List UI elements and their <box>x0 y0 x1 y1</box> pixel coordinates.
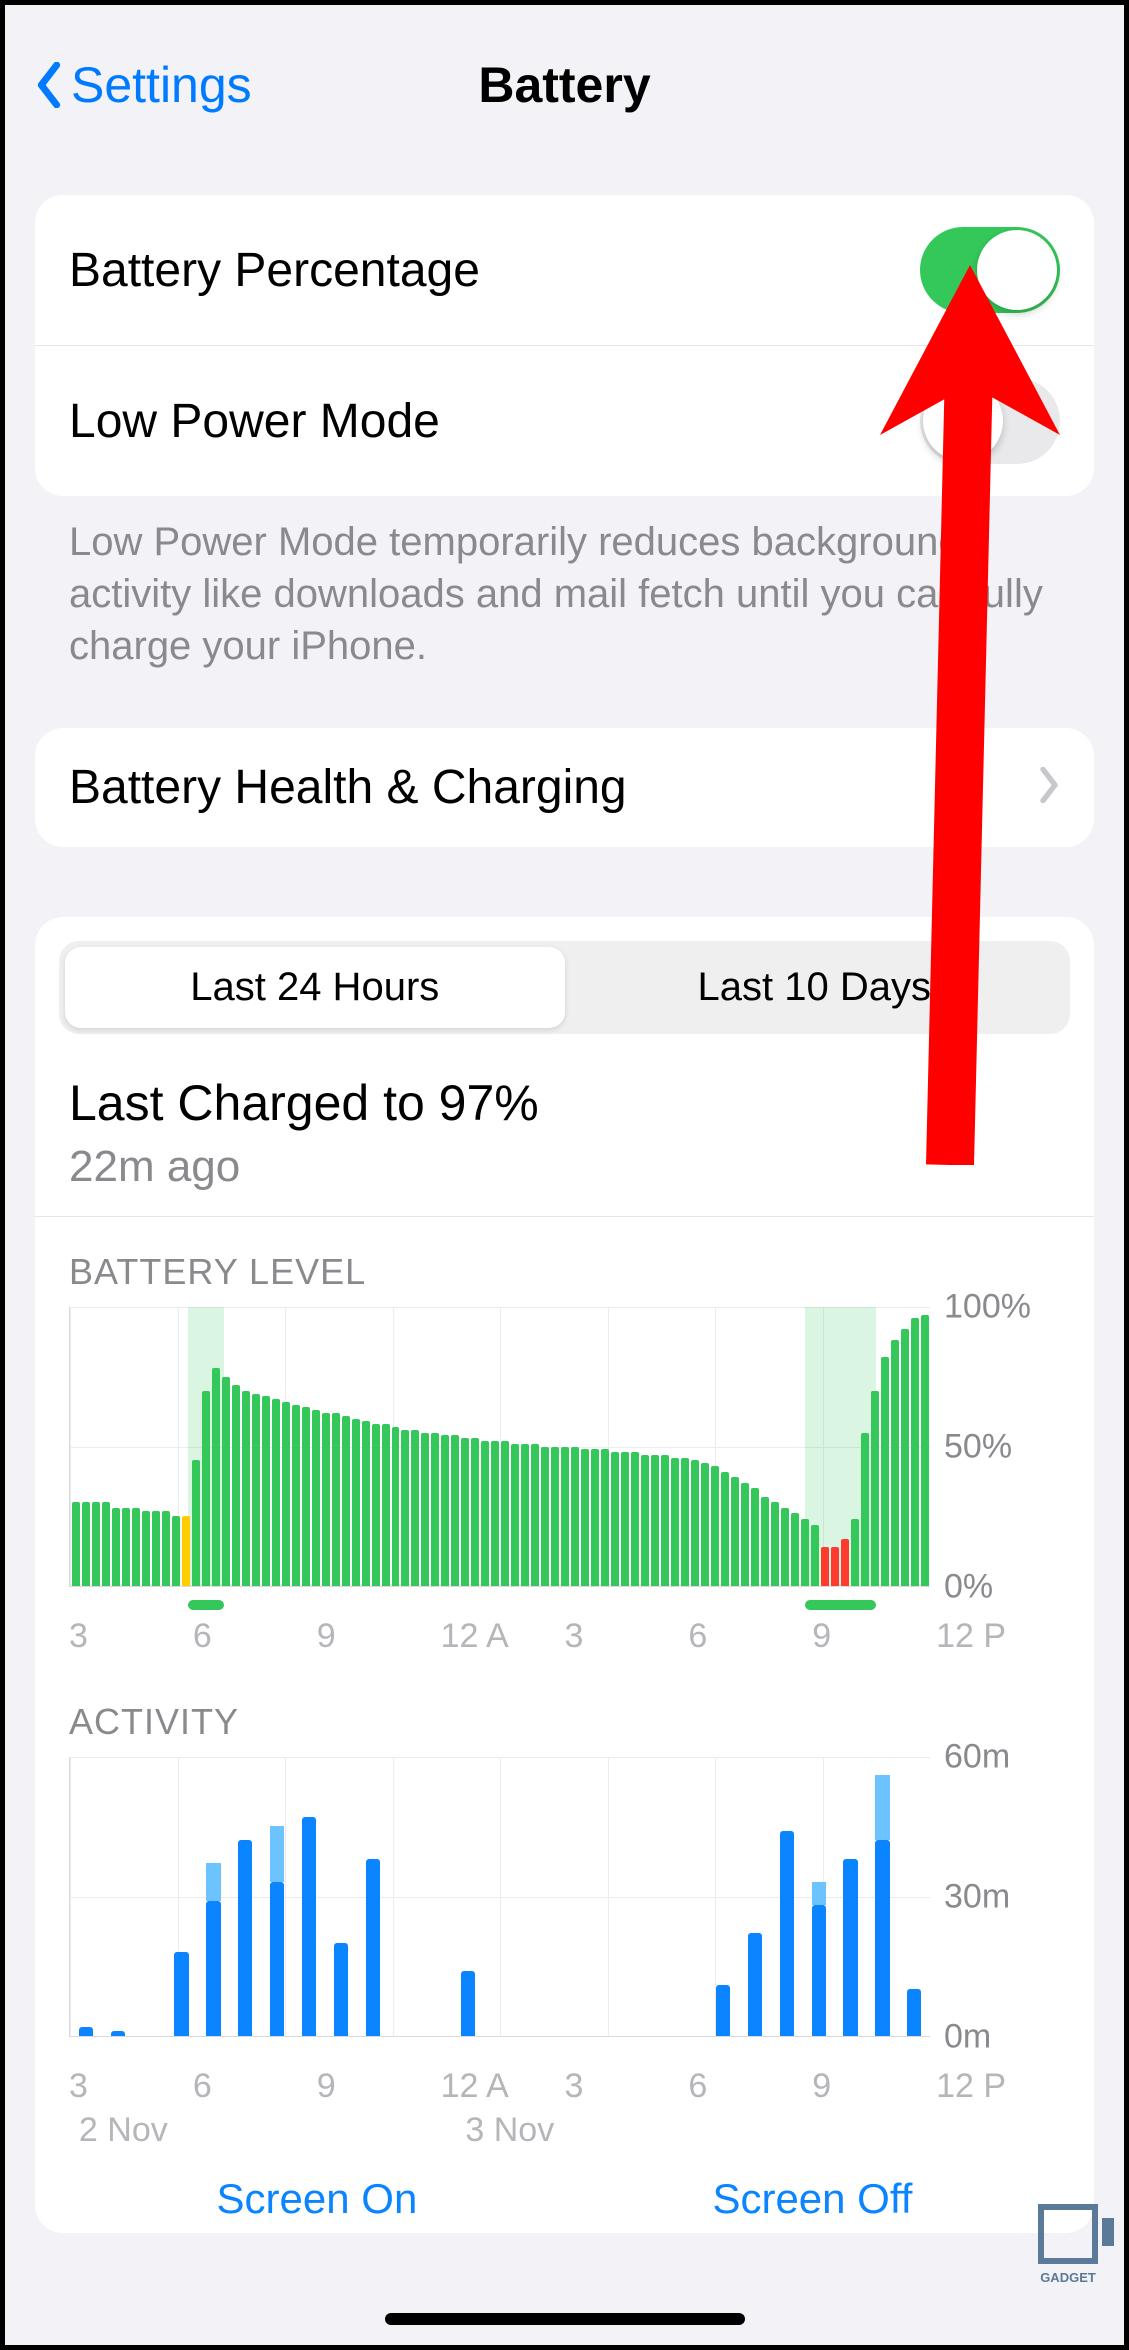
low-power-footer: Low Power Mode temporarily reduces backg… <box>35 496 1094 672</box>
battery-level-y-axis: 0%50%100% <box>930 1307 1060 1587</box>
activity-chart[interactable] <box>69 1757 930 2037</box>
chevron-left-icon <box>35 62 63 108</box>
battery-level-x-axis: 36912 A36912 P <box>69 1617 1060 1657</box>
home-indicator[interactable] <box>385 2313 745 2325</box>
battery-health-label: Battery Health & Charging <box>69 760 627 815</box>
chevron-right-icon <box>1038 760 1060 815</box>
battery-percentage-toggle[interactable] <box>920 227 1060 313</box>
low-power-mode-label: Low Power Mode <box>69 394 440 449</box>
legend-screen-on: Screen On <box>217 2175 418 2223</box>
battery-percentage-row[interactable]: Battery Percentage <box>35 195 1094 345</box>
low-power-mode-toggle[interactable] <box>920 378 1060 464</box>
last-charged-sub: 22m ago <box>69 1142 1060 1192</box>
last-charged-title: Last Charged to 97% <box>69 1074 1060 1132</box>
activity-heading: ACTIVITY <box>69 1701 1060 1743</box>
activity-x-axis: 36912 A36912 P <box>69 2067 1060 2107</box>
battery-level-chart[interactable] <box>69 1307 930 1587</box>
time-range-segmented[interactable]: Last 24 Hours Last 10 Days <box>59 941 1070 1034</box>
low-power-mode-row[interactable]: Low Power Mode <box>35 345 1094 496</box>
segment-last-10-days[interactable]: Last 10 Days <box>565 947 1065 1028</box>
battery-health-row[interactable]: Battery Health & Charging <box>35 728 1094 847</box>
back-button[interactable]: Settings <box>35 56 252 114</box>
activity-y-axis: 0m30m60m <box>930 1757 1060 2037</box>
battery-percentage-label: Battery Percentage <box>69 243 480 298</box>
segment-last-24-hours[interactable]: Last 24 Hours <box>65 947 565 1028</box>
back-label: Settings <box>71 56 252 114</box>
battery-level-heading: BATTERY LEVEL <box>69 1251 1060 1293</box>
legend-screen-off: Screen Off <box>712 2175 912 2223</box>
watermark: GADGET <box>1038 2204 1098 2285</box>
activity-date-axis: 2 Nov 3 Nov <box>69 2111 1060 2155</box>
